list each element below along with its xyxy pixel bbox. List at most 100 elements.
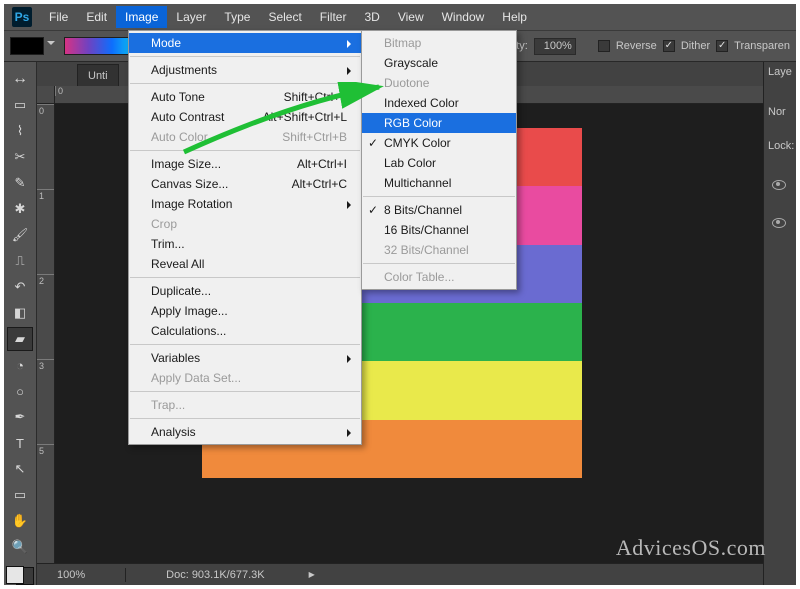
mode-menu-lab-color[interactable]: Lab Color <box>362 153 516 173</box>
menu-item-label: Multichannel <box>384 176 451 190</box>
transparency-checkbox[interactable] <box>716 40 728 52</box>
image-menu-auto-tone[interactable]: Auto Tone Shift+Ctrl+L <box>129 87 361 107</box>
visibility-eye-icon[interactable] <box>772 180 786 190</box>
lock-label: Lock: <box>768 140 794 152</box>
mode-menu-bitmap: Bitmap <box>362 33 516 53</box>
stamp-tool[interactable]: ⎍ <box>7 249 33 273</box>
menu-item-label: Canvas Size... <box>151 177 228 191</box>
grad-swatch[interactable] <box>10 37 44 55</box>
menu-item-label: Variables <box>151 351 200 365</box>
zoom-tool[interactable]: 🔍 <box>7 535 33 559</box>
mode-menu-multichannel[interactable]: Multichannel <box>362 173 516 193</box>
menu-item-label: RGB Color <box>384 116 442 130</box>
menu-image: ModeAdjustmentsAuto ToneShift+Ctrl+LAuto… <box>128 30 362 445</box>
image-menu-apply-image[interactable]: Apply Image... <box>129 301 361 321</box>
shape-tool[interactable]: ▭ <box>7 483 33 507</box>
status-bar: 100% Doc: 903.1K/677.3K ▶ <box>37 563 763 585</box>
eraser-tool[interactable]: ◧ <box>7 301 33 325</box>
mode-menu-8-bits-channel[interactable]: ✓8 Bits/Channel <box>362 200 516 220</box>
fg-bg-swatches[interactable] <box>6 566 34 585</box>
mode-menu-indexed-color[interactable]: Indexed Color <box>362 93 516 113</box>
menu-item-label: 16 Bits/Channel <box>384 223 469 237</box>
menu-item-label: 32 Bits/Channel <box>384 243 469 257</box>
move-tool[interactable]: ↔ <box>6 67 34 91</box>
brush-tool[interactable]: 🖌 <box>7 223 33 247</box>
image-menu-duplicate[interactable]: Duplicate... <box>129 281 361 301</box>
menu-image[interactable]: Image <box>116 6 167 28</box>
reverse-label: Reverse <box>616 40 657 52</box>
menu-item-label: Crop <box>151 217 177 231</box>
history-tool[interactable]: ↶ <box>7 275 33 299</box>
image-menu-analysis[interactable]: Analysis <box>129 422 361 442</box>
menu-window[interactable]: Window <box>433 6 494 28</box>
blend-mode-select[interactable]: Nor <box>768 106 786 118</box>
menu-item-label: Adjustments <box>151 63 217 77</box>
image-menu-auto-color: Auto ColorShift+Ctrl+B <box>129 127 361 147</box>
menu-item-label: Duotone <box>384 76 429 90</box>
menu-item-label: Auto Contrast <box>151 110 224 124</box>
zoom-level[interactable]: 100% <box>57 569 85 581</box>
hand-tool[interactable]: ✋ <box>7 509 33 533</box>
image-menu-adjustments[interactable]: Adjustments <box>129 60 361 80</box>
image-menu-apply-data-set: Apply Data Set... <box>129 368 361 388</box>
menu-item-label: Indexed Color <box>384 96 459 110</box>
image-menu-crop: Crop <box>129 214 361 234</box>
image-menu-auto-contrast[interactable]: Auto ContrastAlt+Shift+Ctrl+L <box>129 107 361 127</box>
crop-tool[interactable]: ✂ <box>7 145 33 169</box>
ruler-vertical: 01235 <box>37 104 55 563</box>
photoshop-app: Ps FileEditImageLayerTypeSelectFilter3DV… <box>4 4 796 585</box>
dither-checkbox[interactable] <box>663 40 675 52</box>
menu-edit[interactable]: Edit <box>77 6 116 28</box>
healing-tool[interactable]: ✱ <box>7 197 33 221</box>
menu-file[interactable]: File <box>40 6 77 28</box>
layers-panel-tab[interactable]: Laye <box>768 66 792 78</box>
doc-size-info[interactable]: Doc: 903.1K/677.3K <box>166 569 264 581</box>
menu-item-label: CMYK Color <box>384 136 451 150</box>
menu-layer[interactable]: Layer <box>167 6 215 28</box>
image-menu-reveal-all[interactable]: Reveal All <box>129 254 361 274</box>
fg-color-swatch[interactable] <box>6 566 24 584</box>
opacity-input[interactable]: 100% <box>534 38 576 55</box>
mode-menu-grayscale[interactable]: Grayscale <box>362 53 516 73</box>
path-tool[interactable]: ↖ <box>7 457 33 481</box>
lasso-tool[interactable]: ⌇ <box>7 119 33 143</box>
mode-menu-cmyk-color[interactable]: ✓CMYK Color <box>362 133 516 153</box>
reverse-checkbox[interactable] <box>598 40 610 52</box>
menu-help[interactable]: Help <box>493 6 536 28</box>
menu-3d[interactable]: 3D <box>355 6 388 28</box>
visibility-eye-icon[interactable] <box>772 218 786 228</box>
submenu-mode: Bitmap Grayscale Duotone Indexed Color RGB C… <box>361 30 517 290</box>
image-menu-canvas-size[interactable]: Canvas Size...Alt+Ctrl+C <box>129 174 361 194</box>
menu-type[interactable]: Type <box>215 6 259 28</box>
menu-select[interactable]: Select <box>259 6 310 28</box>
eyedropper-tool[interactable]: ✎ <box>7 171 33 195</box>
chevron-right-icon[interactable]: ▶ <box>309 570 315 579</box>
menu-view[interactable]: View <box>389 6 433 28</box>
gradient-tool[interactable]: ▰ <box>7 327 33 351</box>
doc-tab[interactable]: Unti <box>77 64 119 86</box>
image-menu-image-rotation[interactable]: Image Rotation <box>129 194 361 214</box>
marquee-tool[interactable]: ▭ <box>7 93 33 117</box>
menu-item-label: Auto Tone <box>151 90 205 104</box>
image-menu-image-size[interactable]: Image Size...Alt+Ctrl+I <box>129 154 361 174</box>
mode-menu-rgb-color[interactable]: RGB Color <box>362 113 516 133</box>
menu-item-label: Apply Data Set... <box>151 371 241 385</box>
menubar: Ps FileEditImageLayerTypeSelectFilter3DV… <box>4 4 796 30</box>
mode-menu-16-bits-channel[interactable]: 16 Bits/Channel <box>362 220 516 240</box>
pen-tool[interactable]: ✒ <box>7 405 33 429</box>
dodge-tool[interactable]: ○ <box>7 379 33 403</box>
type-tool[interactable]: T <box>7 431 33 455</box>
blur-tool[interactable]: ◔ <box>7 353 33 377</box>
image-menu-variables[interactable]: Variables <box>129 348 361 368</box>
menu-item-label: Analysis <box>151 425 196 439</box>
menu-item-label: Color Table... <box>384 270 454 284</box>
transparency-label: Transparen <box>734 40 790 52</box>
image-menu-trim[interactable]: Trim... <box>129 234 361 254</box>
image-menu-mode[interactable]: Mode <box>129 33 361 53</box>
shortcut-label: Shift+Ctrl+L <box>284 90 347 104</box>
image-menu-calculations[interactable]: Calculations... <box>129 321 361 341</box>
menu-item-label: Image Rotation <box>151 197 232 211</box>
menu-item-label: Grayscale <box>384 56 438 70</box>
menu-item-label: Image Size... <box>151 157 221 171</box>
menu-filter[interactable]: Filter <box>311 6 356 28</box>
